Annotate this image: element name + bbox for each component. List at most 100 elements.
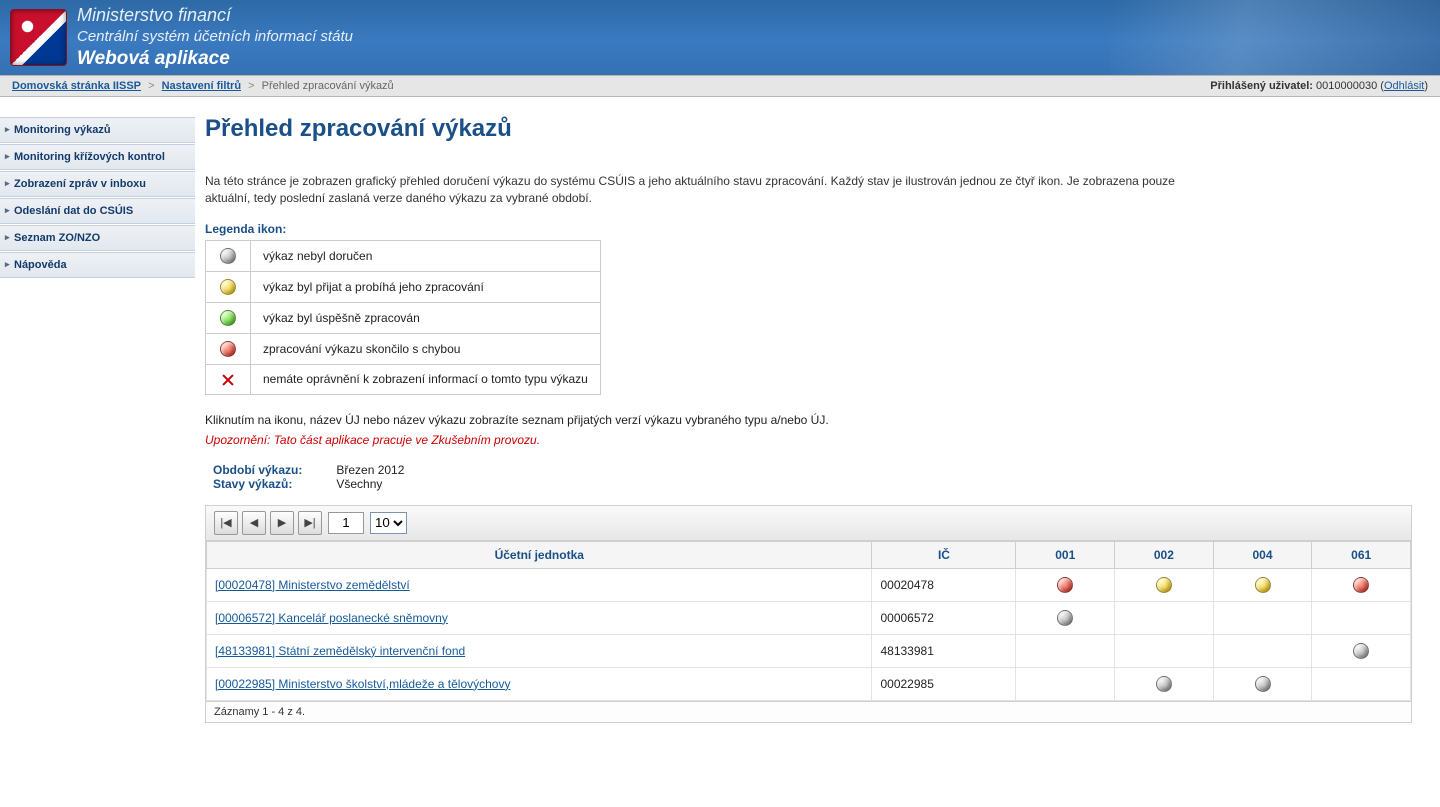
breadcrumb-filters[interactable]: Nastavení filtrů <box>162 80 241 92</box>
cell-unit: [48133981] Státní zemědělský intervenční… <box>207 634 872 667</box>
col-ic[interactable]: IČ <box>872 541 1016 568</box>
col-001[interactable]: 001 <box>1016 541 1115 568</box>
status-red-icon[interactable] <box>1057 577 1073 593</box>
logout-link[interactable]: Odhlásit <box>1384 80 1424 92</box>
cell-061 <box>1312 667 1411 700</box>
col-002[interactable]: 002 <box>1115 541 1214 568</box>
sidebar: Monitoring výkazů Monitoring křížových k… <box>0 97 195 753</box>
table-row: [48133981] Státní zemědělský intervenční… <box>207 634 1411 667</box>
header-titles: Ministerstvo financí Centrální systém úč… <box>77 4 353 72</box>
col-061[interactable]: 061 <box>1312 541 1411 568</box>
header-appname: Webová aplikace <box>77 47 353 72</box>
cell-unit: [00006572] Kancelář poslanecké sněmovny <box>207 601 872 634</box>
page-title: Přehled zpracování výkazů <box>205 115 1412 143</box>
cell-ic: 00020478 <box>872 568 1016 601</box>
status-grey-icon[interactable] <box>1156 676 1172 692</box>
legend-row: nemáte oprávnění k zobrazení informací o… <box>206 364 601 394</box>
prev-page-button[interactable]: ◀ <box>242 511 266 535</box>
applied-filters: Období výkazu: Březen 2012 Stavy výkazů:… <box>213 463 1412 491</box>
main-area: Monitoring výkazů Monitoring křížových k… <box>0 97 1440 753</box>
legend-text: zpracování výkazu skončilo s chybou <box>251 333 601 364</box>
unit-link[interactable]: [00022985] Ministerstvo školství,mládeže… <box>215 677 510 691</box>
header-system: Centrální systém účetních informací stát… <box>77 27 353 47</box>
status-yellow-icon[interactable] <box>1255 577 1271 593</box>
breadcrumb-sep: > <box>148 80 154 92</box>
grid-toolbar: |◀ ◀ ▶ ▶| 10 <box>206 506 1411 541</box>
breadcrumb: Domovská stránka IISSP > Nastavení filtr… <box>12 80 394 92</box>
status-grey-icon[interactable] <box>1353 643 1369 659</box>
content: Přehled zpracování výkazů Na této stránc… <box>195 97 1440 753</box>
col-unit[interactable]: Účetní jednotka <box>207 541 872 568</box>
legend-row: zpracování výkazu skončilo s chybou <box>206 333 601 364</box>
first-page-button[interactable]: |◀ <box>214 511 238 535</box>
click-hint: Kliknutím na ikonu, název ÚJ nebo název … <box>205 413 1412 427</box>
cell-004 <box>1213 634 1312 667</box>
status-red-icon <box>220 341 236 357</box>
page-intro: Na této stránce je zobrazen grafický pře… <box>205 173 1205 208</box>
app-header: Ministerstvo financí Centrální systém úč… <box>0 0 1440 75</box>
cell-unit: [00020478] Ministerstvo zemědělství <box>207 568 872 601</box>
status-red-icon[interactable] <box>1353 577 1369 593</box>
cell-ic: 00022985 <box>872 667 1016 700</box>
header-decoration <box>1110 0 1440 75</box>
cell-001 <box>1016 667 1115 700</box>
legend-text: nemáte oprávnění k zobrazení informací o… <box>251 364 601 394</box>
page-number-input[interactable] <box>328 512 364 534</box>
next-page-button[interactable]: ▶ <box>270 511 294 535</box>
logged-in-label: Přihlášený uživatel: <box>1210 80 1313 92</box>
cell-ic: 00006572 <box>872 601 1016 634</box>
warning-text: Upozornění: Tato část aplikace pracuje v… <box>205 433 1412 447</box>
filter-states-value: Všechny <box>336 477 382 491</box>
breadcrumb-home[interactable]: Domovská stránka IISSP <box>12 80 141 92</box>
filter-states-label: Stavy výkazů: <box>213 477 333 491</box>
cell-061 <box>1312 568 1411 601</box>
breadcrumb-bar: Domovská stránka IISSP > Nastavení filtr… <box>0 75 1440 97</box>
filter-period-label: Období výkazu: <box>213 463 333 477</box>
viewport: Ministerstvo financí Centrální systém úč… <box>0 0 1440 807</box>
unit-link[interactable]: [00006572] Kancelář poslanecké sněmovny <box>215 611 448 625</box>
table-row: [00020478] Ministerstvo zemědělství 00020… <box>207 568 1411 601</box>
table-row: [00022985] Ministerstvo školství,mládeže… <box>207 667 1411 700</box>
cell-001 <box>1016 601 1115 634</box>
cell-unit: [00022985] Ministerstvo školství,mládeže… <box>207 667 872 700</box>
cell-002 <box>1115 601 1214 634</box>
state-emblem-icon <box>10 9 67 66</box>
sidebar-item-monitoring-vykazu[interactable]: Monitoring výkazů <box>0 117 195 143</box>
status-yellow-icon <box>220 279 236 295</box>
page-size-select[interactable]: 10 <box>370 512 407 534</box>
breadcrumb-current: Přehled zpracování výkazů <box>262 80 394 92</box>
header-ministry: Ministerstvo financí <box>77 4 353 27</box>
legend-text: výkaz byl úspěšně zpracován <box>251 302 601 333</box>
col-004[interactable]: 004 <box>1213 541 1312 568</box>
sidebar-item-seznam-zo[interactable]: Seznam ZO/NZO <box>0 225 195 251</box>
legend-row: výkaz byl úspěšně zpracován <box>206 302 601 333</box>
sidebar-item-inbox[interactable]: Zobrazení zpráv v inboxu <box>0 171 195 197</box>
sidebar-item-napoveda[interactable]: Nápověda <box>0 252 195 278</box>
legend-row: výkaz nebyl doručen <box>206 240 601 271</box>
user-bar: Přihlášený uživatel: 0010000030 (Odhlási… <box>1210 80 1428 92</box>
sidebar-list: Monitoring výkazů Monitoring křížových k… <box>0 117 195 278</box>
status-yellow-icon[interactable] <box>1156 577 1172 593</box>
cell-004 <box>1213 667 1312 700</box>
unit-link[interactable]: [48133981] Státní zemědělský intervenční… <box>215 644 465 658</box>
legend-table: výkaz nebyl doručen výkaz byl přijat a p… <box>205 240 601 395</box>
status-grey-icon[interactable] <box>1255 676 1271 692</box>
cell-004 <box>1213 601 1312 634</box>
filter-period-value: Březen 2012 <box>336 463 404 477</box>
table-row: [00006572] Kancelář poslanecké sněmovny 0… <box>207 601 1411 634</box>
sidebar-item-odeslani[interactable]: Odeslání dat do CSÚIS <box>0 198 195 224</box>
last-page-button[interactable]: ▶| <box>298 511 322 535</box>
breadcrumb-sep: > <box>248 80 254 92</box>
cell-002 <box>1115 568 1214 601</box>
data-grid: |◀ ◀ ▶ ▶| 10 Účetní jednotka IČ 001 <box>205 505 1412 723</box>
grid-table: Účetní jednotka IČ 001 002 004 061 [0002… <box>206 541 1411 701</box>
status-grey-icon <box>220 248 236 264</box>
sidebar-item-monitoring-krizovych[interactable]: Monitoring křížových kontrol <box>0 144 195 170</box>
cell-061 <box>1312 601 1411 634</box>
cell-001 <box>1016 634 1115 667</box>
cell-ic: 48133981 <box>872 634 1016 667</box>
logged-in-user: 0010000030 <box>1316 80 1377 92</box>
status-grey-icon[interactable] <box>1057 610 1073 626</box>
grid-footer: Záznamy 1 - 4 z 4. <box>206 701 1411 722</box>
unit-link[interactable]: [00020478] Ministerstvo zemědělství <box>215 578 410 592</box>
